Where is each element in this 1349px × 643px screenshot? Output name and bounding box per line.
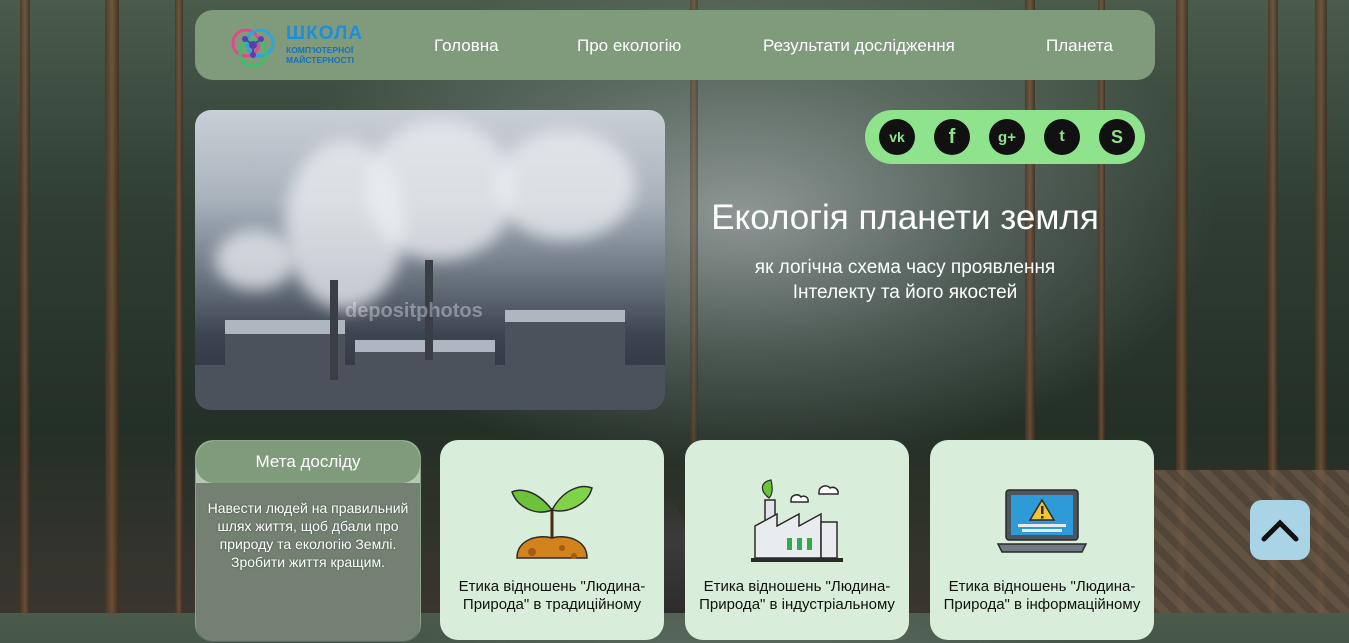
logo-molecule-icon	[231, 28, 275, 68]
goal-card: Мета досліду Навести людей на правильний…	[195, 440, 421, 643]
factory-icon	[751, 479, 843, 562]
vk-icon[interactable]: vk	[879, 119, 915, 155]
nav-research-results[interactable]: Результати дослідження	[763, 36, 955, 56]
chevron-up-icon	[1261, 519, 1299, 542]
nav-about-ecology[interactable]: Про екологію	[577, 36, 681, 56]
card-traditional[interactable]: Етика відношень "Людина-Природа" в тради…	[440, 440, 664, 640]
twitter-icon[interactable]: t	[1044, 119, 1080, 155]
social-bar: vk f g+ t S	[865, 110, 1145, 164]
logo-subtitle: КОМП'ЮТЕРНОЇ МАЙСТЕРНОСТІ	[286, 45, 355, 65]
card-informational[interactable]: Етика відношень "Людина-Природа" в інфор…	[930, 440, 1154, 640]
hero-title: Екологія планети земля	[711, 198, 1099, 237]
card-traditional-text: Етика відношень "Людина-Природа" в тради…	[458, 578, 646, 613]
hero-subtitle: як логічна схема часу проявлення Інтелек…	[754, 257, 1056, 303]
school-logo[interactable]: ШКОЛА КОМП'ЮТЕРНОЇ МАЙСТЕРНОСТІ	[230, 19, 370, 71]
logo-title: ШКОЛА	[286, 23, 364, 44]
card-industrial-text: Етика відношень "Людина-Природа" в індус…	[699, 578, 895, 613]
nav-planet[interactable]: Планета	[1046, 36, 1113, 56]
navbar: ШКОЛА КОМП'ЮТЕРНОЇ МАЙСТЕРНОСТІ Головна …	[195, 10, 1155, 80]
watermark-text: depositphotos	[345, 300, 483, 322]
sprout-icon	[511, 485, 593, 559]
goal-title: Мета досліду	[196, 441, 420, 483]
goal-text: Навести людей на правильний шлях життя, …	[207, 500, 409, 570]
skype-icon[interactable]: S	[1099, 119, 1135, 155]
google-plus-icon[interactable]: g+	[989, 119, 1025, 155]
card-industrial[interactable]: Етика відношень "Людина-Природа" в індус…	[685, 440, 909, 640]
card-informational-text: Етика відношень "Людина-Природа" в інфор…	[943, 578, 1141, 613]
scroll-top-button[interactable]	[1250, 500, 1310, 560]
laptop-warning-icon	[996, 489, 1088, 553]
hero-factory-image: depositphotos	[195, 110, 665, 410]
nav-home[interactable]: Головна	[434, 36, 499, 56]
facebook-icon[interactable]: f	[934, 119, 970, 155]
